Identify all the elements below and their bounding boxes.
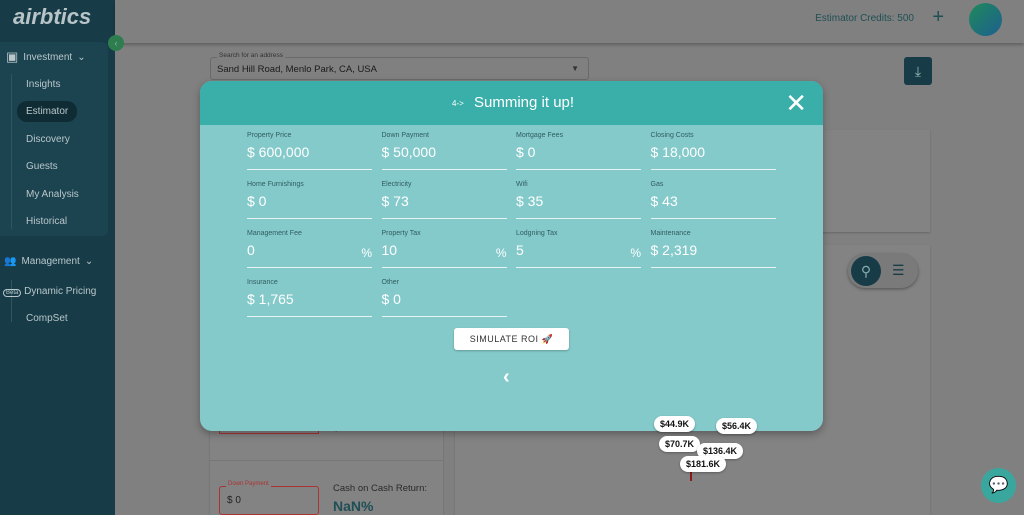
dropdown-arrow-icon[interactable]: ▼: [571, 64, 579, 73]
field-maintenance[interactable]: Maintenance $ 2,319: [650, 230, 776, 268]
field-value[interactable]: $ 1,765: [247, 291, 294, 307]
field-value[interactable]: $ 600,000: [247, 144, 309, 160]
field-value[interactable]: 10: [382, 242, 398, 258]
field-label: Mortgage Fees: [516, 132, 564, 139]
field-label: Property Tax: [381, 230, 421, 237]
sidebar: airbtics ▣ Investment ⌄ Insights Estimator…: [0, 0, 115, 515]
field-value[interactable]: $ 35: [516, 193, 543, 209]
avatar[interactable]: [969, 3, 1002, 36]
simulate-roi-button[interactable]: SIMULATE ROI 🚀: [454, 328, 569, 350]
sidebar-item-dynamic-pricing[interactable]: Beta Dynamic Pricing: [3, 286, 96, 297]
down-payment-input[interactable]: Down Payment $ 0: [219, 481, 319, 515]
sidebar-item-insights[interactable]: Insights: [26, 79, 60, 90]
field-value: $ 0: [227, 495, 241, 506]
team-icon: 👥: [4, 256, 17, 267]
step-indicator: 4->: [452, 99, 464, 108]
back-chevron-icon[interactable]: ‹: [503, 366, 510, 389]
field-label: Down Payment: [381, 132, 429, 139]
modal-title: Summing it up!: [474, 94, 575, 111]
modal-header: 4-> Summing it up! ✕: [200, 81, 823, 125]
field-down-payment[interactable]: Down Payment $ 50,000: [381, 132, 507, 170]
coc-label: Cash on Cash Return:: [333, 483, 427, 494]
divider: [11, 74, 12, 229]
field-wifi[interactable]: Wifi $ 35: [516, 181, 641, 219]
address-search-input[interactable]: Search for an address Sand Hill Road, Me…: [210, 52, 589, 80]
close-icon[interactable]: ✕: [785, 88, 807, 119]
field-label: Insurance: [247, 279, 278, 286]
field-value[interactable]: $ 18,000: [651, 144, 706, 160]
field-label: Electricity: [381, 181, 412, 188]
sidebar-item-discovery[interactable]: Discovery: [26, 134, 70, 145]
sidebar-item-my-analysis[interactable]: My Analysis: [26, 189, 79, 200]
field-value[interactable]: 5: [516, 242, 524, 258]
percent-unit: %: [630, 246, 641, 260]
chat-button[interactable]: 💬: [981, 468, 1016, 503]
coc-value: NaN%: [333, 498, 374, 514]
summary-modal: 4-> Summing it up! ✕ Property Price $ 600…: [200, 81, 823, 431]
search-label: Search for an address: [217, 52, 285, 59]
beta-badge: Beta: [3, 289, 22, 297]
field-value[interactable]: $ 0: [516, 144, 535, 160]
field-value[interactable]: $ 50,000: [382, 144, 437, 160]
field-mortgage-fees[interactable]: Mortgage Fees $ 0: [516, 132, 641, 170]
field-property-price[interactable]: Property Price $ 600,000: [247, 132, 372, 170]
field-label: Down Payment: [226, 481, 271, 487]
field-insurance[interactable]: Insurance $ 1,765: [247, 279, 372, 317]
field-home-furnishings[interactable]: Home Furnishings $ 0: [247, 181, 372, 219]
search-value: Sand Hill Road, Menlo Park, CA, USA: [217, 64, 377, 75]
field-label: Lodgning Tax: [516, 230, 558, 237]
sidebar-item-estimator[interactable]: Estimator: [17, 101, 78, 122]
section-label: Management: [21, 256, 80, 267]
field-label: Closing Costs: [650, 132, 694, 139]
item-label: Dynamic Pricing: [24, 286, 97, 297]
sidebar-item-historical[interactable]: Historical: [26, 216, 67, 227]
download-button[interactable]: ⤓: [904, 57, 932, 85]
field-label: Maintenance: [650, 230, 691, 237]
map-marker[interactable]: $70.7K: [659, 436, 701, 452]
field-label: Management Fee: [247, 230, 302, 237]
field-label: Gas: [650, 181, 664, 188]
field-label: Property Price: [247, 132, 292, 139]
map-list-toggle[interactable]: ⚲ ☰: [848, 254, 918, 288]
top-header: Estimator Credits: 500 +: [115, 0, 1024, 43]
add-credits-button[interactable]: +: [932, 6, 944, 29]
sidebar-item-guests[interactable]: Guests: [26, 161, 58, 172]
field-electricity[interactable]: Electricity $ 73: [381, 181, 507, 219]
percent-unit: %: [495, 246, 507, 260]
field-value[interactable]: $ 43: [651, 193, 678, 209]
field-value[interactable]: $ 73: [382, 193, 409, 209]
sidebar-item-compset[interactable]: CompSet: [26, 313, 68, 324]
section-label: Investment: [23, 51, 73, 63]
field-lodgning-tax[interactable]: Lodgning Tax 5%: [516, 230, 641, 268]
estimator-credits: Estimator Credits: 500: [815, 13, 914, 24]
field-label: Home Furnishings: [247, 181, 304, 188]
section-management[interactable]: 👥 Management ⌄: [4, 256, 93, 267]
chat-icon: 💬: [988, 477, 1009, 494]
field-label: Other: [381, 279, 400, 286]
field-value[interactable]: 0: [247, 242, 255, 258]
field-label: Wifi: [516, 181, 528, 188]
field-other[interactable]: Other $ 0: [381, 279, 507, 317]
map-pin-icon[interactable]: ⚲: [851, 256, 881, 286]
chevron-down-icon: ⌄: [77, 51, 86, 63]
map-marker[interactable]: $56.4K: [716, 418, 758, 434]
field-property-tax[interactable]: Property Tax 10%: [381, 230, 507, 268]
section-investment[interactable]: ▣ Investment ⌄: [6, 49, 86, 65]
divider: [210, 460, 443, 461]
collapse-sidebar-button[interactable]: ‹: [108, 35, 124, 51]
field-gas[interactable]: Gas $ 43: [650, 181, 776, 219]
field-closing-costs[interactable]: Closing Costs $ 18,000: [650, 132, 776, 170]
field-management-fee[interactable]: Management Fee 0%: [247, 230, 372, 268]
wallet-icon: ▣: [6, 49, 19, 64]
chevron-down-icon: ⌄: [84, 256, 94, 267]
percent-unit: %: [361, 246, 372, 260]
map-marker[interactable]: $44.9K: [654, 416, 696, 432]
list-icon[interactable]: ☰: [892, 262, 905, 279]
map-marker[interactable]: $181.6K: [680, 456, 727, 472]
logo: airbtics: [13, 4, 92, 29]
field-value[interactable]: $ 0: [247, 193, 266, 209]
field-value[interactable]: $ 0: [382, 291, 401, 307]
field-value[interactable]: $ 2,319: [651, 242, 698, 258]
